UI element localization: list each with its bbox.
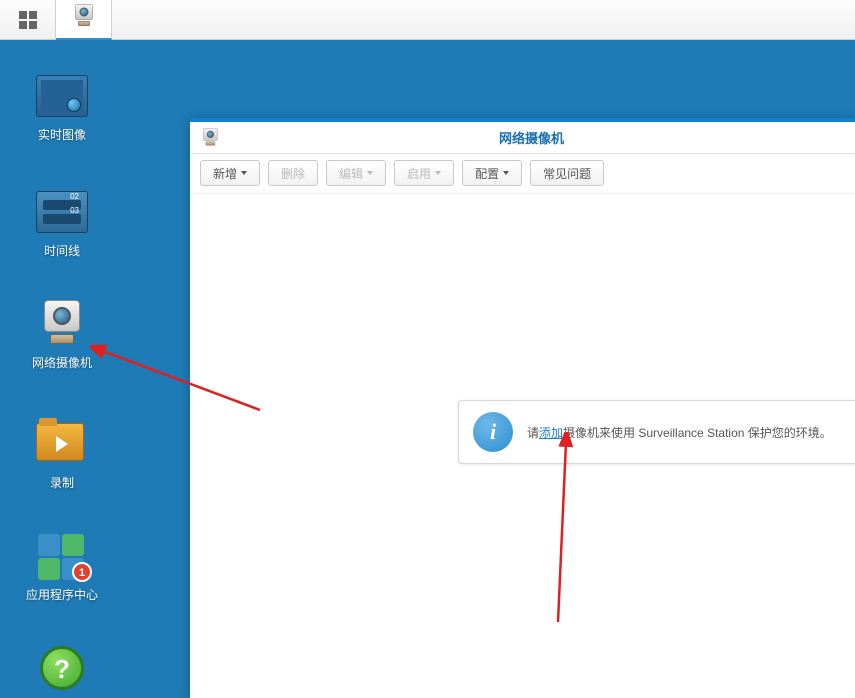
desktop-liveview[interactable]: 实时图像 — [12, 72, 112, 143]
liveview-label: 实时图像 — [12, 126, 112, 143]
apps-badge: 1 — [72, 562, 92, 582]
info-message: i 请添加摄像机来使用 Surveillance Station 保护您的环境。 — [458, 400, 855, 464]
taskbar — [0, 0, 855, 40]
caret-icon — [435, 171, 441, 175]
info-text: 请添加摄像机来使用 Surveillance Station 保护您的环境。 — [527, 424, 832, 441]
apps-grid-icon — [18, 10, 38, 30]
camera-icon — [34, 300, 90, 348]
add-link[interactable]: 添加 — [539, 426, 563, 440]
info-prefix: 请 — [527, 426, 539, 440]
record-label: 录制 — [12, 474, 112, 491]
add-label: 新增 — [213, 165, 237, 182]
faq-button[interactable]: 常见问题 — [530, 160, 604, 186]
edit-button[interactable]: 编辑 — [326, 160, 386, 186]
edit-label: 编辑 — [339, 165, 363, 182]
record-icon — [34, 420, 90, 468]
timeline-label: 时间线 — [12, 242, 112, 259]
camera-window: 网络摄像机 新增 删除 编辑 启用 配置 常见问题 i — [190, 118, 855, 698]
info-suffix: 摄像机来使用 Surveillance Station 保护您的环境。 — [563, 426, 832, 440]
liveview-icon — [34, 72, 90, 120]
caret-icon — [503, 171, 509, 175]
window-camera-icon — [200, 128, 218, 148]
camera-label: 网络摄像机 — [12, 354, 112, 371]
desktop-timeline[interactable]: 02 03 时间线 — [12, 188, 112, 259]
window-toolbar: 新增 删除 编辑 启用 配置 常见问题 — [190, 154, 855, 194]
desktop-help[interactable]: ? — [12, 646, 112, 690]
delete-button[interactable]: 删除 — [268, 160, 318, 186]
desktop: 实时图像 02 03 时间线 网络摄像机 录制 1 应用程序中心 — [0, 40, 855, 690]
apps-label: 应用程序中心 — [12, 586, 112, 603]
enable-label: 启用 — [407, 165, 431, 182]
info-icon: i — [473, 412, 513, 452]
taskbar-camera-button[interactable] — [56, 0, 112, 40]
add-button[interactable]: 新增 — [200, 160, 260, 186]
desktop-record[interactable]: 录制 — [12, 420, 112, 491]
config-label: 配置 — [475, 165, 499, 182]
apps-icon: 1 — [34, 532, 90, 580]
caret-icon — [367, 171, 373, 175]
config-button[interactable]: 配置 — [462, 160, 522, 186]
enable-button[interactable]: 启用 — [394, 160, 454, 186]
taskbar-menu-button[interactable] — [0, 0, 56, 40]
caret-icon — [241, 171, 247, 175]
window-title: 网络摄像机 — [218, 128, 845, 147]
desktop-camera[interactable]: 网络摄像机 — [12, 300, 112, 371]
help-icon: ? — [40, 646, 84, 690]
desktop-apps[interactable]: 1 应用程序中心 — [12, 532, 112, 603]
window-header: 网络摄像机 — [190, 122, 855, 154]
timeline-icon: 02 03 — [34, 188, 90, 236]
